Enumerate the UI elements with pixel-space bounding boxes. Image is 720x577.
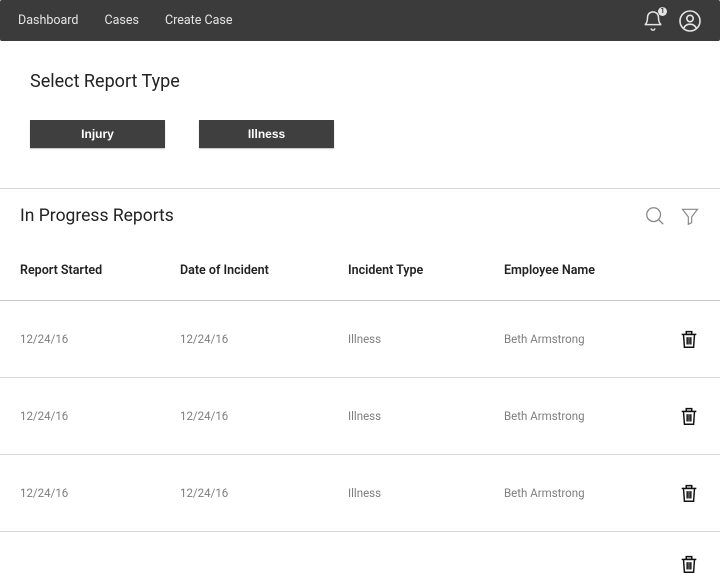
- in-progress-section: In Progress Reports Report Started Date …: [0, 189, 720, 577]
- table-row[interactable]: [0, 532, 720, 577]
- injury-button[interactable]: Injury: [30, 120, 165, 148]
- cell-report-started: 12/24/16: [20, 486, 180, 500]
- notification-icon[interactable]: 1: [642, 10, 664, 32]
- delete-icon[interactable]: [678, 404, 700, 428]
- illness-button[interactable]: Illness: [199, 120, 334, 148]
- in-progress-title: In Progress Reports: [20, 206, 174, 226]
- col-date-incident: Date of Incident: [180, 263, 348, 278]
- table-row[interactable]: 12/24/16 12/24/16 Illness Beth Armstrong: [0, 378, 720, 455]
- delete-icon[interactable]: [678, 327, 700, 351]
- table-row[interactable]: 12/24/16 12/24/16 Illness Beth Armstrong: [0, 301, 720, 378]
- nav-create-case[interactable]: Create Case: [165, 13, 233, 28]
- cell-report-started: 12/24/16: [20, 332, 180, 346]
- table-header: Report Started Date of Incident Incident…: [0, 241, 720, 301]
- cell-employee-name: Beth Armstrong: [504, 486, 640, 500]
- cell-employee-name: Beth Armstrong: [504, 332, 640, 346]
- delete-icon[interactable]: [678, 552, 700, 576]
- select-report-title: Select Report Type: [30, 71, 690, 92]
- cell-date-incident: 12/24/16: [180, 486, 348, 500]
- col-incident-type: Incident Type: [348, 263, 504, 278]
- select-report-section: Select Report Type Injury Illness: [0, 41, 720, 189]
- nav-cases[interactable]: Cases: [104, 13, 138, 28]
- cell-incident-type: Illness: [348, 486, 504, 500]
- cell-employee-name: Beth Armstrong: [504, 409, 640, 423]
- col-employee-name: Employee Name: [504, 263, 640, 278]
- profile-icon[interactable]: [678, 9, 702, 33]
- cell-date-incident: 12/24/16: [180, 409, 348, 423]
- col-report-started: Report Started: [20, 263, 180, 278]
- cell-date-incident: 12/24/16: [180, 332, 348, 346]
- table-row[interactable]: 12/24/16 12/24/16 Illness Beth Armstrong: [0, 455, 720, 532]
- filter-icon[interactable]: [680, 205, 700, 227]
- notification-badge: 1: [658, 7, 667, 16]
- search-icon[interactable]: [644, 205, 666, 227]
- top-nav: Dashboard Cases Create Case 1: [0, 0, 720, 41]
- cell-report-started: 12/24/16: [20, 409, 180, 423]
- nav-dashboard[interactable]: Dashboard: [18, 13, 78, 28]
- delete-icon[interactable]: [678, 481, 700, 505]
- cell-incident-type: Illness: [348, 409, 504, 423]
- cell-incident-type: Illness: [348, 332, 504, 346]
